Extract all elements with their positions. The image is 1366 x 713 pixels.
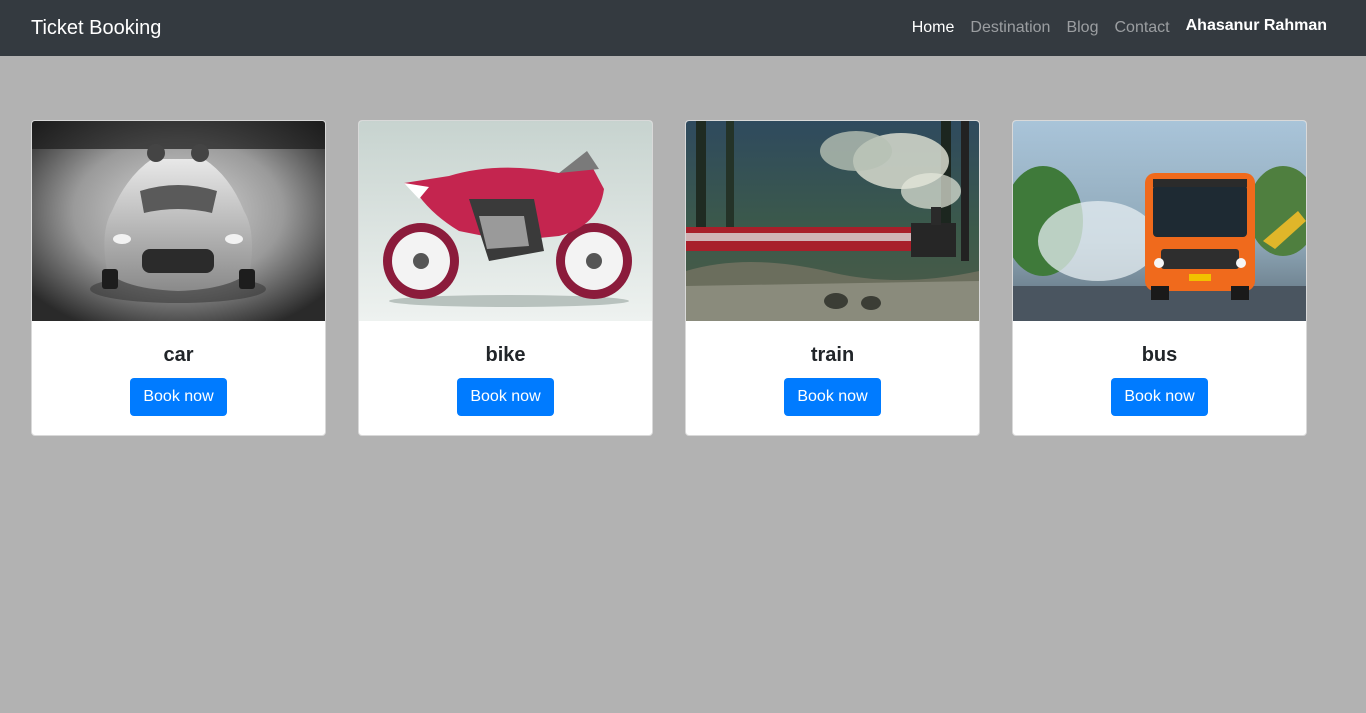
vehicle-cards: car Book now bike Book now train Book no…: [31, 120, 1307, 436]
vehicle-card-car: car Book now: [31, 120, 326, 436]
nav-link-home[interactable]: Home: [912, 18, 955, 38]
book-now-button-bike[interactable]: Book now: [457, 378, 554, 416]
vehicle-card-bike: bike Book now: [358, 120, 653, 436]
card-title-bus: bus: [1141, 344, 1178, 366]
card-title-car: car: [163, 344, 194, 366]
train-image: [686, 121, 979, 321]
brand-link[interactable]: Ticket Booking: [31, 16, 161, 40]
vehicle-card-train: train Book now: [685, 120, 980, 436]
car-image: [32, 121, 325, 321]
user-name: Ahasanur Rahman: [1185, 17, 1327, 34]
book-now-button-car[interactable]: Book now: [130, 378, 227, 416]
card-title-bike: bike: [485, 344, 526, 366]
nav-link-contact[interactable]: Contact: [1114, 18, 1169, 38]
nav-link-destination[interactable]: Destination: [970, 18, 1050, 38]
nav-link-blog[interactable]: Blog: [1066, 18, 1098, 38]
bus-image: [1013, 121, 1306, 321]
nav-menu: Home Destination Blog Contact Ahasanur R…: [912, 17, 1327, 38]
book-now-button-train[interactable]: Book now: [784, 378, 881, 416]
navbar: Ticket Booking Home Destination Blog Con…: [0, 0, 1366, 56]
card-title-train: train: [810, 344, 855, 366]
book-now-button-bus[interactable]: Book now: [1111, 378, 1208, 416]
bike-image: [359, 121, 652, 321]
vehicle-card-bus: bus Book now: [1012, 120, 1307, 436]
